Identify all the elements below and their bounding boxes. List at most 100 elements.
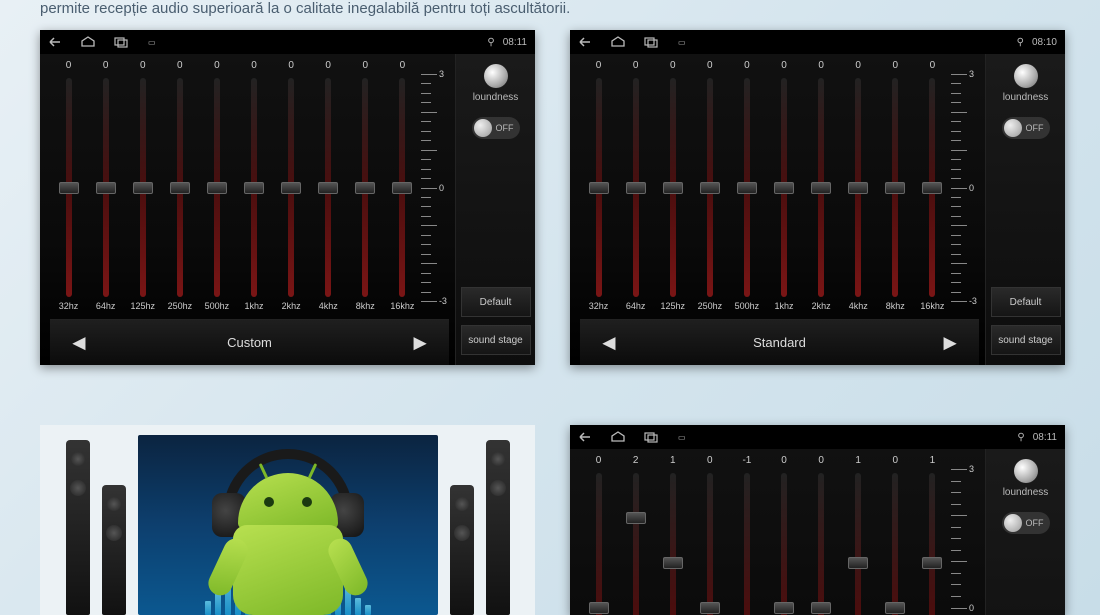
eq-band-freq: 2khz [282,301,301,315]
prev-preset-button[interactable]: ◄ [598,330,620,356]
eq-band-slider[interactable]: 032hz [580,455,617,615]
eq-band-freq: 16khz [390,301,414,315]
speaker-tower-icon [450,485,474,615]
loudness-toggle[interactable]: OFF [1002,512,1050,534]
default-button[interactable]: Default [991,287,1061,317]
eq-band-slider[interactable]: 01khz [765,455,802,615]
gps-icon: ⚲ [487,37,494,48]
eq-band-value: 0 [930,60,936,74]
eq-band-slider[interactable]: 064hz [617,60,654,315]
home-icon[interactable] [80,36,96,48]
eq-band-value: 0 [214,60,220,74]
eq-band-value: 1 [930,455,936,469]
eq-band-slider[interactable]: 032hz [580,60,617,315]
eq-band-slider[interactable]: -1500hz [728,455,765,615]
preset-selector: ◄ Standard ► [580,319,979,365]
loudness-knob[interactable] [484,64,508,88]
loudness-knob[interactable] [1014,64,1038,88]
eq-band-slider[interactable]: 0125hz [124,60,161,315]
home-icon[interactable] [610,431,626,443]
eq-band-value: 0 [781,455,787,469]
next-preset-button[interactable]: ► [409,330,431,356]
eq-band-value: 0 [781,60,787,74]
eq-band-freq: 16khz [920,301,944,315]
eq-band-slider[interactable]: 0500hz [198,60,235,315]
eq-band-value: 0 [633,60,639,74]
eq-band-freq: 4khz [849,301,868,315]
eq-band-freq: 8khz [886,301,905,315]
back-icon[interactable] [578,431,592,443]
android-headphones-graphic [138,435,438,615]
home-icon[interactable] [610,36,626,48]
recent-apps-icon[interactable] [644,36,660,48]
back-icon[interactable] [48,36,62,48]
eq-band-slider[interactable]: 04khz [310,60,347,315]
app-indicator-icon: ▭ [148,38,156,47]
eq-band-slider[interactable]: 0 16khz [914,60,951,315]
eq-band-slider[interactable]: 14khz [840,455,877,615]
eq-band-freq: 1khz [245,301,264,315]
loudness-label: loundness [473,92,519,103]
eq-band-value: 0 [363,60,369,74]
eq-band-freq: 250hz [698,301,723,315]
app-indicator-icon: ▭ [678,38,686,47]
eq-band-slider[interactable]: 08khz [877,455,914,615]
recent-apps-icon[interactable] [644,431,660,443]
eq-band-freq: 2khz [812,301,831,315]
loudness-toggle[interactable]: OFF [472,117,520,139]
eq-band-slider[interactable]: 1125hz [654,455,691,615]
eq-band-slider[interactable]: 064hz [87,60,124,315]
eq-panel-standard: ▭ ⚲ 08:10 032hz064hz0125hz0250hz0500hz01… [570,30,1065,365]
eq-band-slider[interactable]: 0250hz [161,60,198,315]
recent-apps-icon[interactable] [114,36,130,48]
preset-name: Standard [753,335,806,350]
eq-band-value: 0 [707,60,713,74]
next-preset-button[interactable]: ► [939,330,961,356]
speaker-tower-icon [102,485,126,615]
eq-band-slider[interactable]: 0500hz [728,60,765,315]
eq-band-slider[interactable]: 0125hz [654,60,691,315]
eq-sliders: 032hz064hz0125hz0250hz0500hz01khz02khz04… [50,60,449,315]
speaker-tower-icon [66,440,90,615]
eq-band-slider[interactable]: 0 250hz [691,60,728,315]
eq-band-slider[interactable]: 08khz [347,60,384,315]
eq-band-freq: 500hz [735,301,760,315]
eq-band-freq: 250hz [168,301,193,315]
android-audio-promo-image [40,425,535,615]
eq-band-value: 0 [596,60,602,74]
page-intro-text: permite recepție audio superioară la o c… [40,0,1060,17]
eq-panel-partial: ▭ ⚲ 08:11 032hz264hz1125hz0250hz-1500hz0… [570,425,1065,615]
default-button[interactable]: Default [461,287,531,317]
eq-sliders: 032hz264hz1125hz0250hz-1500hz01khz02khz1… [580,455,979,615]
loudness-toggle[interactable]: OFF [1002,117,1050,139]
eq-band-value: 0 [288,60,294,74]
eq-band-slider[interactable]: 116khz [914,455,951,615]
eq-band-slider[interactable]: 0250hz [691,455,728,615]
eq-band-value: 0 [893,455,899,469]
eq-sliders: 032hz064hz0125hz0250hz0500hz01khz02khz04… [580,60,979,315]
back-icon[interactable] [578,36,592,48]
eq-band-slider[interactable]: 032hz [50,60,87,315]
prev-preset-button[interactable]: ◄ [68,330,90,356]
eq-band-slider[interactable]: 264hz [617,455,654,615]
eq-band-value: 0 [818,60,824,74]
eq-band-slider[interactable]: 04khz [840,60,877,315]
preset-selector: ◄ Custom ► [50,319,449,365]
eq-band-slider[interactable]: 0 2khz [273,60,310,315]
eq-band-value: 0 [103,60,109,74]
gps-icon: ⚲ [1017,37,1024,48]
eq-band-value: 0 [251,60,257,74]
loudness-label: loundness [1003,92,1049,103]
eq-band-freq: 4khz [319,301,338,315]
eq-band-slider[interactable]: 0 1khz [235,60,272,315]
sound-stage-button[interactable]: sound stage [991,325,1061,355]
eq-band-slider[interactable]: 02khz [803,455,840,615]
eq-band-slider[interactable]: 0 16khz [384,60,421,315]
eq-band-slider[interactable]: 0 2khz [803,60,840,315]
eq-band-value: 0 [66,60,72,74]
eq-band-slider[interactable]: 01khz [765,60,802,315]
sound-stage-button[interactable]: sound stage [461,325,531,355]
eq-band-value: 0 [400,60,406,74]
loudness-knob[interactable] [1014,459,1038,483]
eq-band-slider[interactable]: 08khz [877,60,914,315]
